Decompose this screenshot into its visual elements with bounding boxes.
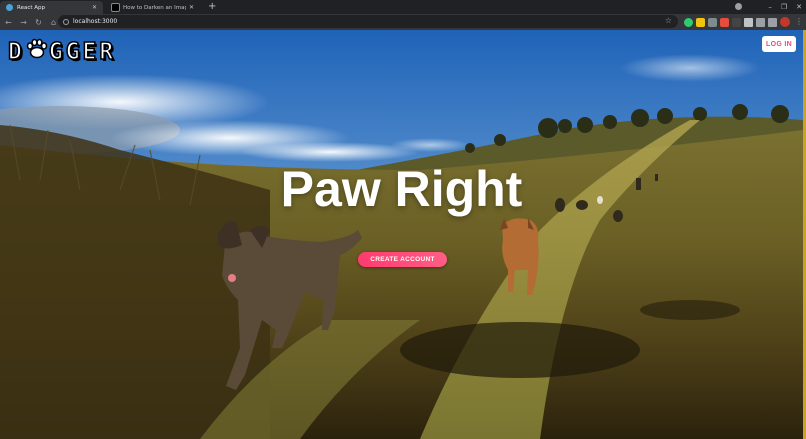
maximize-icon[interactable]: ❐ (781, 3, 787, 11)
window-controls: – ❐ ✕ (768, 0, 802, 14)
address-url: localhost:3000 (73, 18, 118, 25)
browser-tab-strip: React App ✕ How to Darken an Image with … (0, 0, 806, 14)
extension-gray-icon[interactable] (708, 17, 717, 27)
login-button[interactable]: LOG IN (762, 36, 796, 52)
new-tab-button[interactable]: + (208, 1, 216, 13)
tab-close-icon[interactable]: ✕ (189, 4, 194, 11)
hero-background-image (0, 30, 803, 439)
back-arrow-icon[interactable]: ← (2, 18, 15, 27)
tab-title: How to Darken an Image with C (123, 4, 186, 11)
extension-yellow-icon[interactable] (696, 17, 705, 27)
close-window-icon[interactable]: ✕ (796, 3, 802, 11)
brand-letters-gger: GGER (48, 38, 117, 66)
create-account-button[interactable]: CREATE ACCOUNT (358, 252, 447, 267)
address-bar[interactable]: localhost:3000 ☆ (58, 15, 678, 28)
tab-title: React App (17, 4, 46, 11)
profile-indicator-icon[interactable] (735, 3, 742, 10)
reload-icon[interactable]: ↻ (32, 18, 45, 27)
extension-dark-icon[interactable] (732, 17, 741, 27)
extensions-bar: ⋮ (684, 17, 803, 27)
site-info-icon[interactable] (63, 18, 69, 25)
tab-close-icon[interactable]: ✕ (92, 4, 97, 11)
hero-section: D GGER LOG IN Paw Right CREATE ACCOUNT (0, 30, 803, 439)
minimize-icon[interactable]: – (768, 3, 772, 11)
forward-arrow-icon[interactable]: → (17, 18, 30, 27)
tab-react-app[interactable]: React App ✕ (0, 1, 103, 14)
tab-search-icon[interactable] (768, 17, 777, 27)
paw-icon (26, 38, 48, 66)
media-controls-icon[interactable] (756, 17, 765, 27)
menu-dots-icon[interactable]: ⋮ (795, 18, 803, 26)
extension-red-icon[interactable] (720, 17, 729, 27)
avatar[interactable] (780, 17, 790, 27)
extension-green-icon[interactable] (684, 17, 693, 27)
browser-toolbar: ← → ↻ ⌂ localhost:3000 ☆ ⋮ (0, 14, 806, 30)
dev-favicon-icon (111, 3, 120, 12)
page-title: Paw Right (280, 161, 523, 217)
star-icon[interactable]: ☆ (665, 16, 672, 25)
react-favicon-icon (6, 4, 13, 11)
brand-letter-d: D (7, 38, 25, 66)
tab-how-to-darken[interactable]: How to Darken an Image with C ✕ (106, 1, 200, 14)
puzzle-icon[interactable] (744, 17, 753, 27)
dogger-logo[interactable]: D GGER (7, 38, 117, 66)
